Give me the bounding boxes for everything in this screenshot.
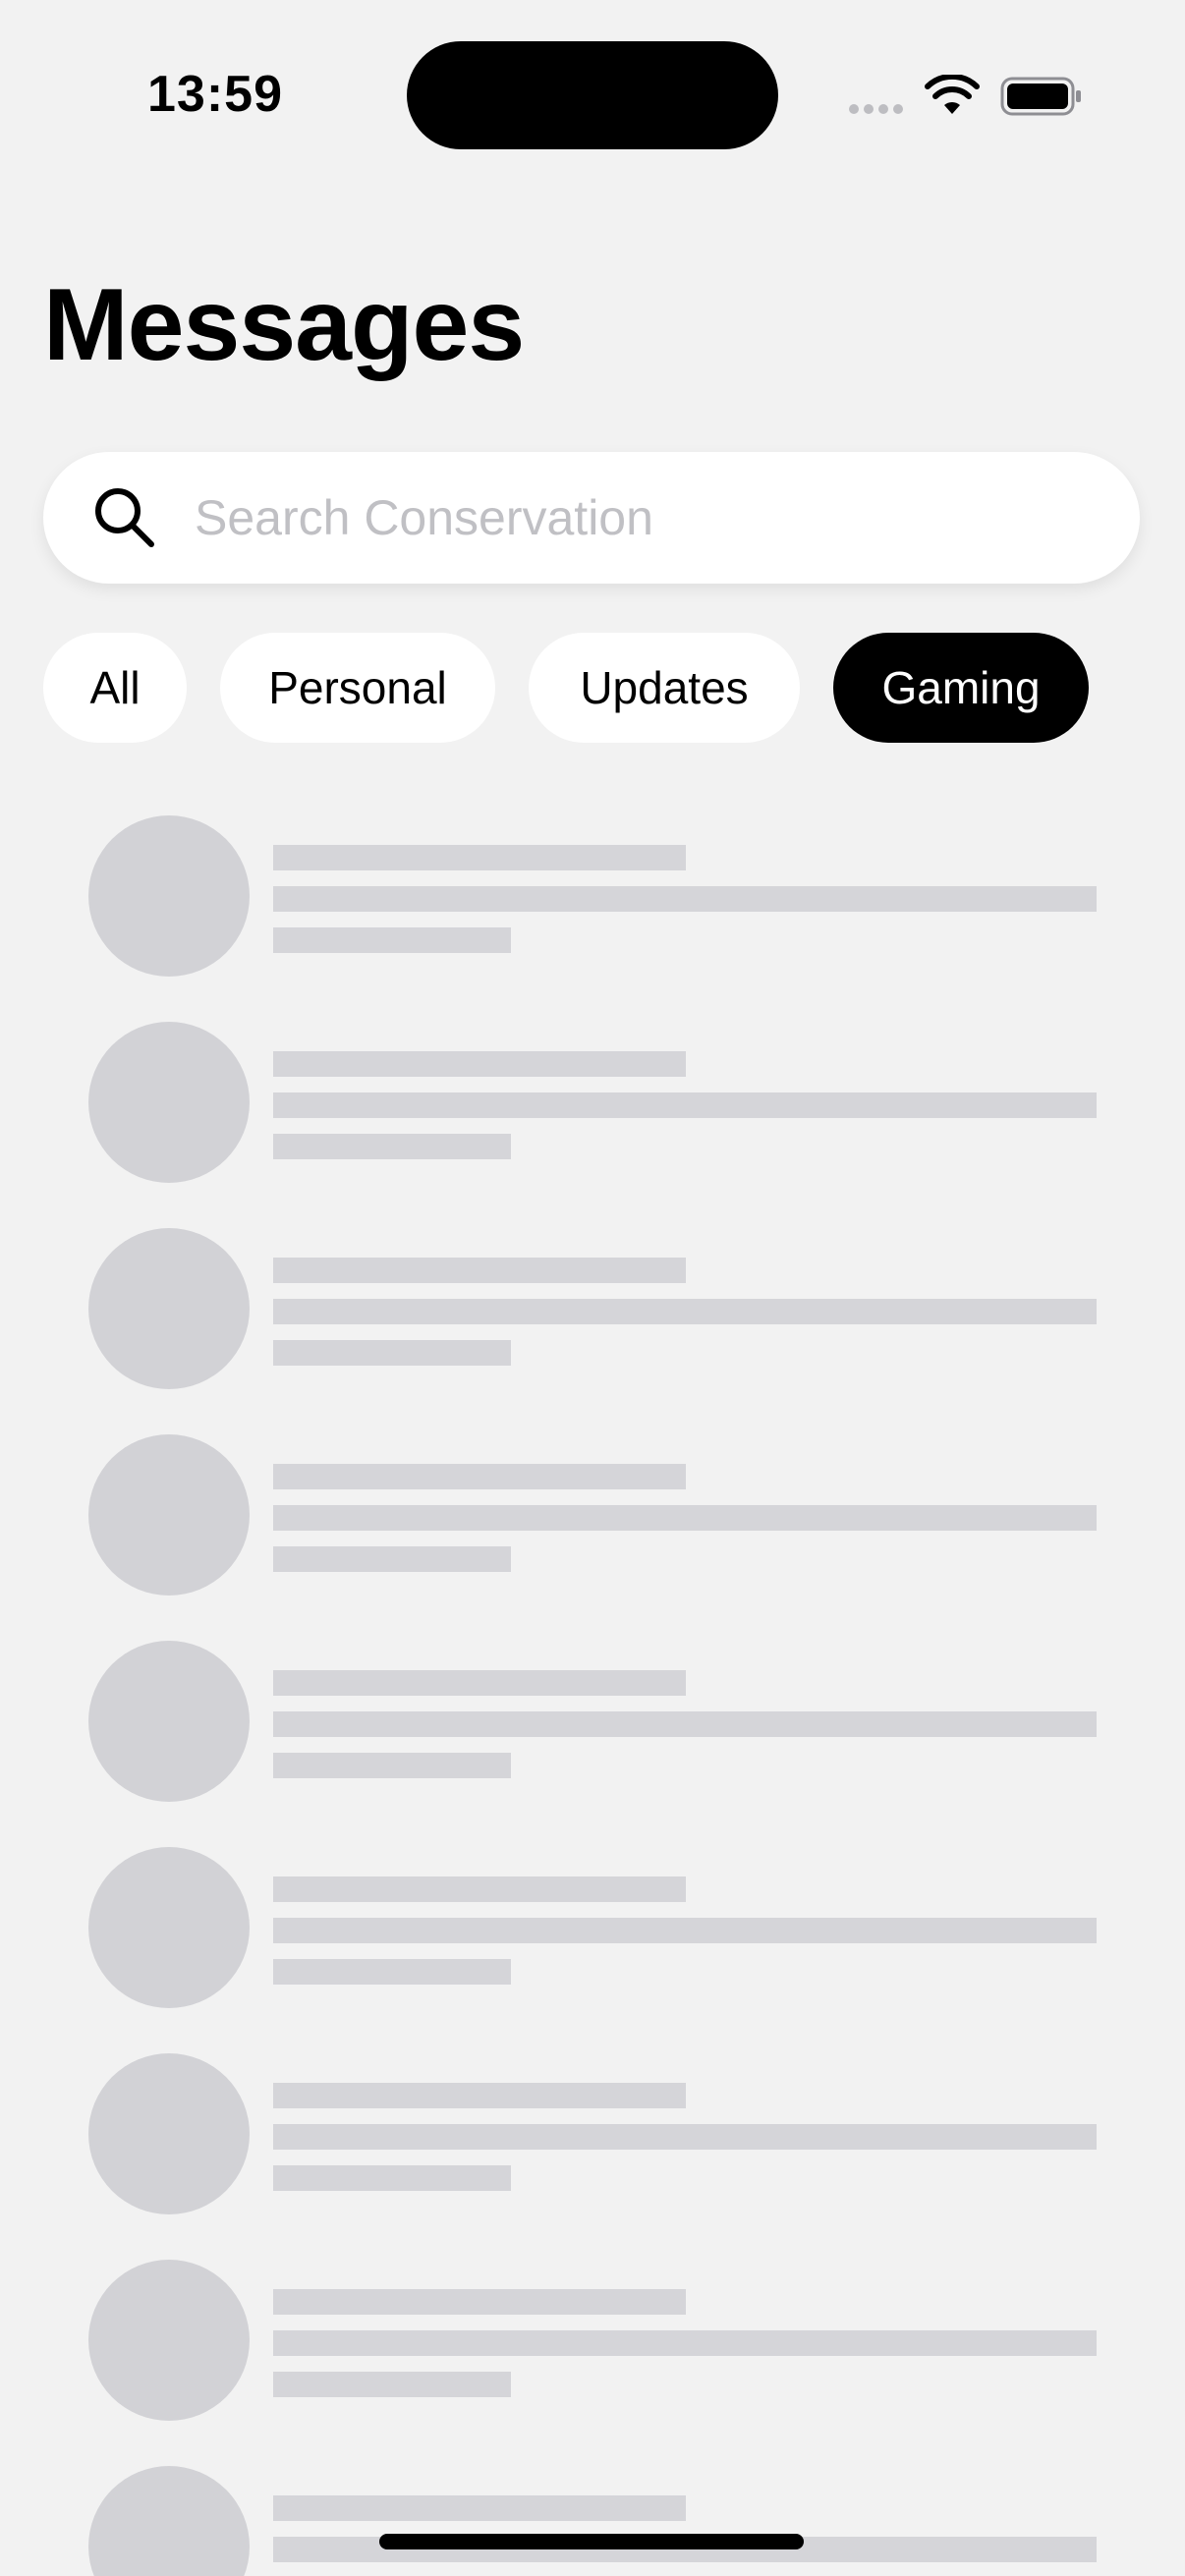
skeleton-row (0, 1639, 1185, 1845)
search-icon (95, 488, 154, 547)
skeleton-avatar (88, 2053, 250, 2214)
filter-chip-updates[interactable]: Updates (529, 633, 800, 743)
skeleton-line (273, 1299, 1097, 1324)
skeleton-row (0, 1020, 1185, 1226)
skeleton-line (273, 2083, 686, 2108)
battery-icon (1000, 77, 1081, 116)
skeleton-line (273, 1134, 511, 1159)
skeleton-row (0, 813, 1185, 1020)
search-input[interactable] (195, 452, 1079, 584)
skeleton-row (0, 2051, 1185, 2258)
skeleton-line (273, 1876, 686, 1902)
wifi-icon (925, 75, 980, 114)
skeleton-line (273, 845, 686, 870)
page-title: Messages (43, 268, 525, 382)
skeleton-line (273, 1092, 1097, 1118)
search-bar[interactable] (43, 452, 1140, 584)
skeleton-row (0, 2464, 1185, 2576)
skeleton-line (273, 1753, 511, 1778)
skeleton-avatar (88, 1847, 250, 2008)
skeleton-row (0, 1845, 1185, 2051)
skeleton-avatar (88, 1228, 250, 1389)
skeleton-line (273, 1546, 511, 1572)
skeleton-line (273, 886, 1097, 912)
skeleton-avatar (88, 2260, 250, 2421)
skeleton-avatar (88, 1434, 250, 1596)
skeleton-line (273, 1959, 511, 1985)
skeleton-avatar (88, 1641, 250, 1802)
cellular-signal-icon (849, 104, 903, 114)
skeleton-line (273, 2165, 511, 2191)
skeleton-line (273, 2372, 511, 2397)
skeleton-line (273, 1340, 511, 1366)
home-indicator[interactable] (379, 2534, 804, 2549)
skeleton-line (273, 1051, 686, 1077)
status-time: 13:59 (147, 66, 283, 123)
skeleton-line (273, 1670, 686, 1696)
skeleton-line (273, 2289, 686, 2315)
skeleton-line (273, 1918, 1097, 1943)
filter-chip-gaming[interactable]: Gaming (833, 633, 1089, 743)
dynamic-island (407, 41, 778, 149)
skeleton-row (0, 2258, 1185, 2464)
skeleton-line (273, 2330, 1097, 2356)
skeleton-row (0, 1226, 1185, 1432)
skeleton-line (273, 927, 511, 953)
status-bar: 13:59 (0, 0, 1185, 167)
filter-chip-personal[interactable]: Personal (220, 633, 495, 743)
filter-chip-all[interactable]: All (43, 633, 187, 743)
skeleton-line (273, 1464, 686, 1489)
skeleton-line (273, 2495, 686, 2521)
skeleton-row (0, 1432, 1185, 1639)
skeleton-line (273, 1258, 686, 1283)
conversation-list-loading (0, 813, 1185, 2576)
skeleton-avatar (88, 1022, 250, 1183)
skeleton-avatar (88, 815, 250, 977)
skeleton-line (273, 1711, 1097, 1737)
skeleton-avatar (88, 2466, 250, 2576)
skeleton-line (273, 1505, 1097, 1531)
skeleton-line (273, 2124, 1097, 2150)
